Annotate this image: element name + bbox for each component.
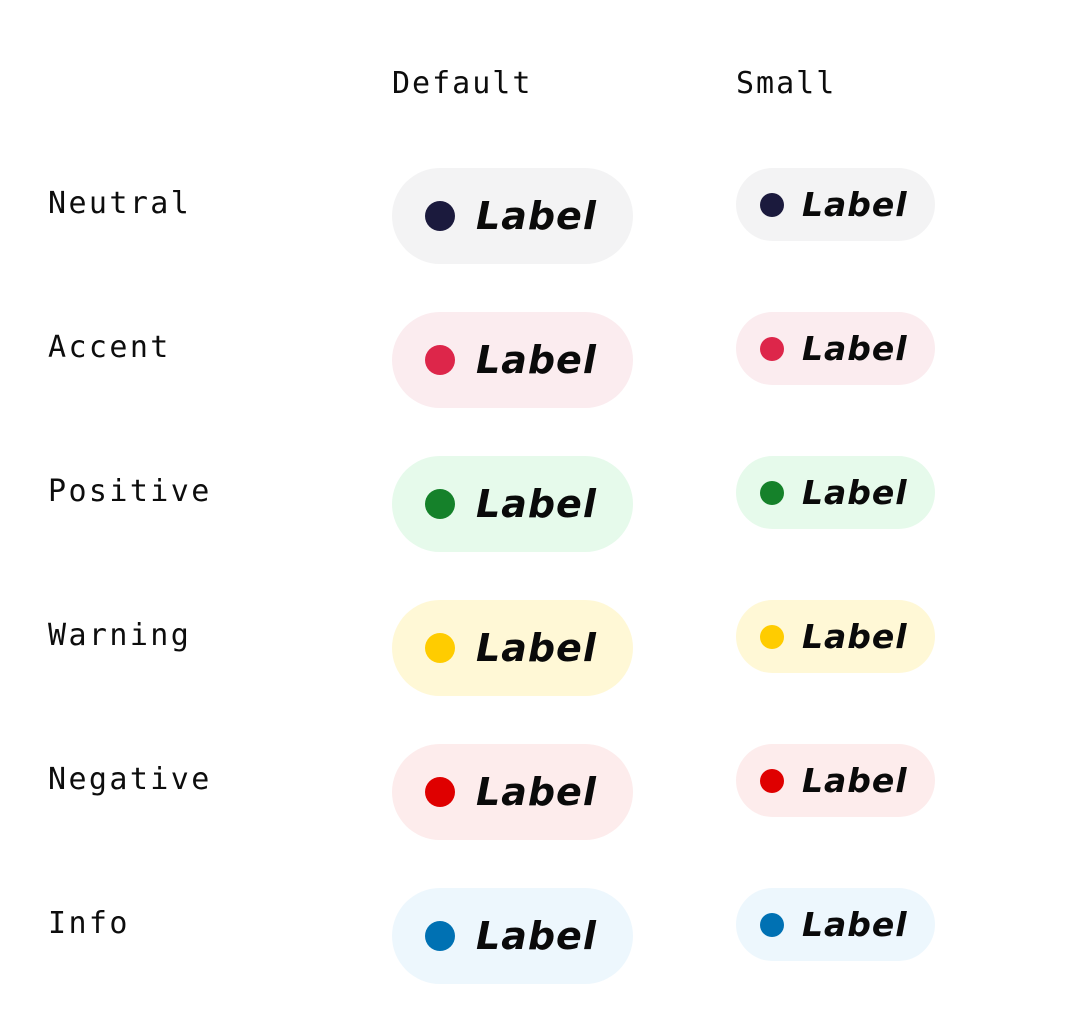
badge-default: Label bbox=[392, 456, 633, 552]
row-label: Info bbox=[48, 906, 130, 941]
badge-label: Label bbox=[476, 338, 597, 382]
status-dot bbox=[760, 912, 784, 937]
badge-label: Label bbox=[802, 616, 908, 656]
status-dot bbox=[760, 480, 784, 505]
badge-row-warning: Warning Label Label bbox=[0, 600, 1080, 696]
badge-label: Label bbox=[476, 626, 597, 670]
badge-small: Label bbox=[736, 456, 935, 529]
badge-default: Label bbox=[392, 600, 633, 696]
badge-label: Label bbox=[802, 760, 908, 800]
badge-row-negative: Negative Label Label bbox=[0, 744, 1080, 840]
status-dot bbox=[760, 768, 784, 793]
badge-label: Label bbox=[476, 770, 597, 814]
badge-row-positive: Positive Label Label bbox=[0, 456, 1080, 552]
badge-label: Label bbox=[476, 482, 597, 526]
badge-default: Label bbox=[392, 168, 633, 264]
badge-label: Label bbox=[802, 328, 908, 368]
row-label: Positive bbox=[48, 474, 212, 509]
badge-row-accent: Accent Label Label bbox=[0, 312, 1080, 408]
badge-default: Label bbox=[392, 744, 633, 840]
status-dot bbox=[760, 192, 784, 217]
badge-row-info: Info Label Label bbox=[0, 888, 1080, 984]
status-dot bbox=[425, 777, 455, 807]
status-dot bbox=[760, 336, 784, 361]
badge-default: Label bbox=[392, 888, 633, 984]
row-label: Accent bbox=[48, 330, 171, 365]
status-dot bbox=[425, 201, 455, 231]
status-dot bbox=[425, 345, 455, 375]
status-dot bbox=[760, 624, 784, 649]
column-header-default: Default bbox=[392, 66, 533, 101]
row-label: Negative bbox=[48, 762, 212, 797]
badge-label: Label bbox=[476, 194, 597, 238]
badge-label: Label bbox=[476, 914, 597, 958]
badge-label: Label bbox=[802, 472, 908, 512]
badge-label: Label bbox=[802, 904, 908, 944]
badge-default: Label bbox=[392, 312, 633, 408]
badge-small: Label bbox=[736, 168, 935, 241]
column-header-small: Small bbox=[736, 66, 837, 101]
status-dot bbox=[425, 489, 455, 519]
badge-row-neutral: Neutral Label Label bbox=[0, 168, 1080, 264]
badge-small: Label bbox=[736, 600, 935, 673]
badge-label: Label bbox=[802, 184, 908, 224]
badge-small: Label bbox=[736, 744, 935, 817]
status-dot bbox=[425, 921, 455, 951]
row-label: Neutral bbox=[48, 186, 192, 221]
row-label: Warning bbox=[48, 618, 192, 653]
status-dot bbox=[425, 633, 455, 663]
badge-small: Label bbox=[736, 888, 935, 961]
badge-small: Label bbox=[736, 312, 935, 385]
